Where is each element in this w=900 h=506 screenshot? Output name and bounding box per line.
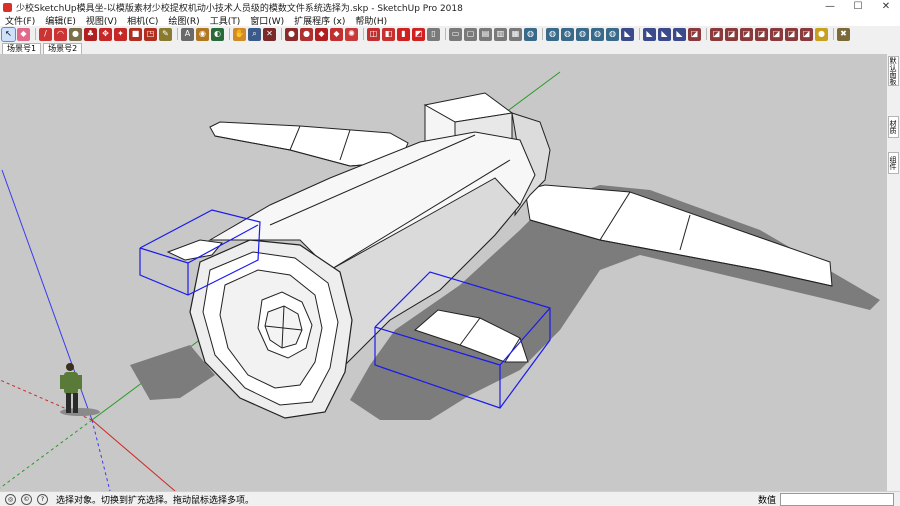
menu-tools[interactable]: 工具(T) bbox=[205, 14, 246, 27]
menu-bar: 文件(F) 编辑(E) 视图(V) 相机(C) 绘图(R) 工具(T) 窗口(W… bbox=[0, 14, 900, 27]
paint-bucket-tool-icon[interactable]: ◉ bbox=[196, 27, 209, 41]
section-tool-icon[interactable]: ◧ bbox=[382, 27, 395, 41]
maximize-button[interactable]: ☐ bbox=[844, 0, 872, 14]
view-front-tool-icon[interactable]: ▢ bbox=[464, 27, 477, 41]
main-toolbar: ↖ ◆ / ◠ ● ♣ ✥ ✦ ■ ◳ ✎ A ◉ ◐ ✋ ⌕ ✕ ● ● ◆ ◆ ✺ ◫ ◧ ▮ ◩ ▯ ▭ ▢ ▤ ▥ ▦ ◍ ◍ ◍ ◍ ◍ ◍ ◣ ◣… bbox=[0, 26, 900, 42]
measurements-label: 数值 bbox=[757, 495, 776, 506]
model-drawing[interactable] bbox=[0, 54, 886, 491]
sketchup-app-icon bbox=[3, 2, 12, 12]
xray-tool-icon[interactable]: ◍ bbox=[524, 27, 537, 41]
default-tray: 默认面板 材质 组件 bbox=[886, 54, 900, 491]
wireframe-tool-icon[interactable]: ◍ bbox=[546, 27, 559, 41]
plugin-tool-10-icon[interactable]: ✖ bbox=[837, 27, 850, 41]
toolbar-separator bbox=[281, 28, 282, 40]
menu-view[interactable]: 视图(V) bbox=[81, 14, 122, 27]
view-left-tool-icon[interactable]: ▦ bbox=[509, 27, 522, 41]
component-tool-icon[interactable]: ◫ bbox=[367, 27, 380, 41]
view-top-tool-icon[interactable]: ▭ bbox=[449, 27, 462, 41]
3d-warehouse-tool-icon[interactable]: ● bbox=[285, 27, 298, 41]
toolbar-separator bbox=[639, 28, 640, 40]
hidden-line-tool-icon[interactable]: ◍ bbox=[561, 27, 574, 41]
toolbar-separator bbox=[229, 28, 230, 40]
tray-tab-components[interactable]: 组件 bbox=[888, 152, 899, 174]
shaded-texture-tool-icon[interactable]: ◍ bbox=[591, 27, 604, 41]
pan-tool-icon[interactable]: ✋ bbox=[233, 27, 246, 41]
red-axis bbox=[91, 419, 176, 491]
menu-help[interactable]: 帮助(H) bbox=[350, 14, 392, 27]
plugin-tool-4-icon[interactable]: ◪ bbox=[740, 27, 753, 41]
menu-camera[interactable]: 相机(C) bbox=[122, 14, 163, 27]
blue-axis-negative bbox=[91, 419, 111, 491]
status-bar: ◎ © ? 选择对象。切换到扩充选择。拖动鼠标选择多项。 数值 bbox=[0, 491, 900, 506]
menu-extensions[interactable]: 扩展程序 (x) bbox=[289, 14, 350, 27]
toolbar-separator bbox=[35, 28, 36, 40]
tape-measure-tool-icon[interactable]: ✎ bbox=[159, 27, 172, 41]
solid-split-tool-icon[interactable]: ◣ bbox=[673, 27, 686, 41]
orbit-tool-icon[interactable]: ◐ bbox=[211, 27, 224, 41]
arc-tool-icon[interactable]: ◠ bbox=[54, 27, 67, 41]
text-tool-icon[interactable]: A bbox=[181, 27, 194, 41]
measurements-input[interactable] bbox=[780, 492, 894, 506]
plugin-tool-9-icon[interactable]: ● bbox=[815, 27, 828, 41]
toolbar-separator bbox=[445, 28, 446, 40]
layer-tool-icon[interactable]: ▮ bbox=[397, 27, 410, 41]
extension-warehouse-tool-icon[interactable]: ● bbox=[300, 27, 313, 41]
menu-edit[interactable]: 编辑(E) bbox=[40, 14, 81, 27]
rotate-tool-icon[interactable]: ✦ bbox=[114, 27, 127, 41]
solid-union-tool-icon[interactable]: ◣ bbox=[621, 27, 634, 41]
model-viewport[interactable] bbox=[0, 54, 886, 491]
pencil-tool-icon[interactable]: / bbox=[39, 27, 52, 41]
solid-subtract-tool-icon[interactable]: ◣ bbox=[643, 27, 656, 41]
plugin-tool-7-icon[interactable]: ◪ bbox=[785, 27, 798, 41]
plugin-tool-8-icon[interactable]: ◪ bbox=[800, 27, 813, 41]
offset-tool-icon[interactable]: ◳ bbox=[144, 27, 157, 41]
toolbar-separator bbox=[542, 28, 543, 40]
sandbox-tool-icon[interactable]: ◆ bbox=[315, 27, 328, 41]
window-title: 少校SketchUp模具坐-以模版素材少校提权机动小技术人员级的模数文件系统选择… bbox=[16, 3, 463, 14]
toolbar-separator bbox=[833, 28, 834, 40]
pushpull-tool-icon[interactable]: ♣ bbox=[84, 27, 97, 41]
style-tool-icon[interactable]: ◆ bbox=[330, 27, 343, 41]
shape-tool-icon[interactable]: ● bbox=[69, 27, 82, 41]
view-iso-tool-icon[interactable]: ▯ bbox=[427, 27, 440, 41]
monochrome-tool-icon[interactable]: ◍ bbox=[606, 27, 619, 41]
status-message: 选择对象。切换到扩充选择。拖动鼠标选择多项。 bbox=[56, 495, 255, 506]
move-tool-icon[interactable]: ✥ bbox=[99, 27, 112, 41]
instructor-icon[interactable]: ? bbox=[37, 493, 48, 505]
eraser-tool-icon[interactable]: ◆ bbox=[17, 27, 30, 41]
plugin-tool-2-icon[interactable]: ◪ bbox=[710, 27, 723, 41]
shaded-tool-icon[interactable]: ◍ bbox=[576, 27, 589, 41]
scene-tab-bar: 场景号1 场景号2 bbox=[0, 42, 900, 54]
geo-location-icon[interactable]: ◎ bbox=[5, 493, 16, 505]
menu-draw[interactable]: 绘图(R) bbox=[163, 14, 204, 27]
plugin-tool-5-icon[interactable]: ◪ bbox=[755, 27, 768, 41]
tray-tab-materials[interactable]: 材质 bbox=[888, 116, 899, 138]
scene-tab-2[interactable]: 场景号2 bbox=[43, 43, 83, 54]
gear-tool-icon[interactable]: ✺ bbox=[345, 27, 358, 41]
menu-file[interactable]: 文件(F) bbox=[0, 14, 40, 27]
toolbar-separator bbox=[706, 28, 707, 40]
outliner-tool-icon[interactable]: ◩ bbox=[412, 27, 425, 41]
tray-tab-default[interactable]: 默认面板 bbox=[888, 56, 899, 86]
plugin-tool-6-icon[interactable]: ◪ bbox=[770, 27, 783, 41]
view-back-tool-icon[interactable]: ▥ bbox=[494, 27, 507, 41]
close-button[interactable]: ✕ bbox=[872, 0, 900, 14]
minimize-button[interactable]: — bbox=[816, 0, 844, 14]
title-bar: 少校SketchUp模具坐-以模版素材少校提权机动小技术人员级的模数文件系统选择… bbox=[0, 0, 900, 14]
plugin-tool-1-icon[interactable]: ◪ bbox=[688, 27, 701, 41]
plugin-tool-3-icon[interactable]: ◪ bbox=[725, 27, 738, 41]
scene-tab-1[interactable]: 场景号1 bbox=[2, 43, 42, 54]
scale-tool-icon[interactable]: ■ bbox=[129, 27, 142, 41]
zoom-tool-icon[interactable]: ⌕ bbox=[248, 27, 261, 41]
toolbar-separator bbox=[177, 28, 178, 40]
view-right-tool-icon[interactable]: ▤ bbox=[479, 27, 492, 41]
zoom-extents-tool-icon[interactable]: ✕ bbox=[263, 27, 276, 41]
toolbar-separator bbox=[363, 28, 364, 40]
scale-figure bbox=[60, 363, 100, 416]
menu-window[interactable]: 窗口(W) bbox=[245, 14, 289, 27]
green-axis-negative bbox=[0, 419, 93, 489]
select-tool-icon[interactable]: ↖ bbox=[1, 26, 16, 42]
credits-icon[interactable]: © bbox=[21, 493, 32, 505]
solid-trim-tool-icon[interactable]: ◣ bbox=[658, 27, 671, 41]
